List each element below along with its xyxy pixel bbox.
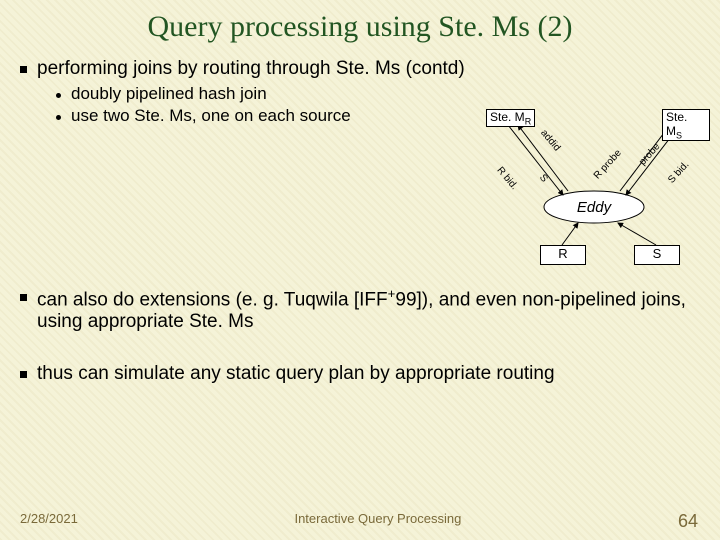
stem-r-box: Ste. MR: [486, 109, 535, 127]
bullet-1-1-text: doubly pipelined hash join: [71, 84, 267, 104]
footer-page-number: 64: [678, 511, 720, 532]
square-bullet-icon: [20, 294, 27, 301]
dot-bullet-icon: [56, 93, 61, 98]
footer-date: 2/28/2021: [0, 511, 78, 532]
source-s-box: S: [634, 245, 680, 265]
eddy-label: Eddy: [552, 199, 636, 216]
square-bullet-icon: [20, 66, 27, 73]
stem-eddy-diagram: Ste. MR Ste. MS Eddy R S R bid. S addid …: [478, 95, 710, 285]
slide-title: Query processing using Ste. Ms (2): [0, 0, 720, 44]
dot-bullet-icon: [56, 115, 61, 120]
footer-center: Interactive Query Processing: [78, 511, 678, 532]
bullet-2-text: can also do extensions (e. g. Tuqwila [I…: [37, 286, 702, 333]
bullet-3-text: thus can simulate any static query plan …: [37, 363, 555, 385]
bullet-1: performing joins by routing through Ste.…: [18, 58, 702, 80]
bullet-3: thus can simulate any static query plan …: [18, 363, 702, 385]
bullet-2: can also do extensions (e. g. Tuqwila [I…: [18, 286, 702, 333]
stem-s-box: Ste. MS: [662, 109, 710, 141]
bullet-1-text: performing joins by routing through Ste.…: [37, 58, 465, 80]
source-r-box: R: [540, 245, 586, 265]
square-bullet-icon: [20, 371, 27, 378]
footer: 2/28/2021 Interactive Query Processing 6…: [0, 511, 720, 532]
bullet-1-2-text: use two Ste. Ms, one on each source: [71, 106, 351, 126]
